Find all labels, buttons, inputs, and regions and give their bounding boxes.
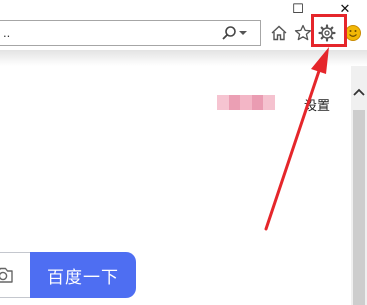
baidu-search-button[interactable]: 百度一下 bbox=[30, 252, 136, 298]
chevron-down-icon[interactable] bbox=[239, 31, 247, 35]
restore-icon[interactable]: ☐ bbox=[288, 0, 308, 16]
home-icon[interactable] bbox=[268, 22, 290, 44]
toolbar-divider bbox=[0, 50, 367, 66]
address-text: .. bbox=[3, 25, 11, 40]
camera-icon[interactable] bbox=[0, 264, 14, 286]
search-icon[interactable] bbox=[221, 25, 237, 41]
scroll-thumb[interactable] bbox=[353, 110, 365, 305]
annotation-highlight-box bbox=[311, 14, 347, 47]
vertical-scrollbar[interactable] bbox=[351, 66, 367, 305]
blurred-username bbox=[217, 95, 275, 110]
settings-link[interactable]: 设置 bbox=[304, 95, 330, 114]
scroll-up-icon[interactable] bbox=[351, 84, 367, 100]
address-bar[interactable]: .. bbox=[0, 20, 261, 46]
